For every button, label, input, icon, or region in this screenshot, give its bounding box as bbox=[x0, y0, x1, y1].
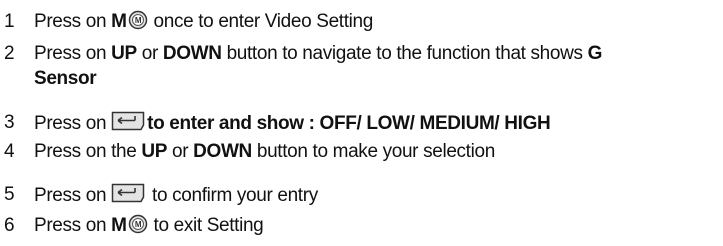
step-text-tail: button to make your selection bbox=[251, 141, 495, 162]
mode-key-label: M bbox=[111, 215, 127, 236]
mode-key-label: M bbox=[111, 11, 127, 32]
up-key-label: UP bbox=[111, 43, 137, 64]
step-number: 3 bbox=[4, 112, 15, 133]
mode-button-icon: M bbox=[128, 10, 147, 30]
enter-button-icon bbox=[111, 111, 145, 131]
step-text: Press on UP or DOWN button to navigate t… bbox=[34, 42, 602, 65]
step-text-lead: Press on bbox=[34, 43, 112, 64]
step-text-tail: to confirm your entry bbox=[147, 185, 318, 206]
step-text: Press on the UP or DOWN button to make y… bbox=[34, 140, 495, 163]
or-text: or bbox=[136, 43, 163, 64]
step-text-lead: Press on bbox=[34, 215, 112, 236]
step-text-tail: button to navigate to the function that … bbox=[221, 43, 588, 64]
step-text-lead: Press on the bbox=[34, 141, 142, 162]
step-number: 5 bbox=[4, 184, 15, 205]
step-text-tail: to exit Setting bbox=[148, 215, 264, 236]
step-number: 1 bbox=[4, 11, 15, 32]
svg-text:M: M bbox=[134, 220, 141, 229]
g-sensor-label-start: G bbox=[587, 43, 603, 64]
step-text-lead: Press on bbox=[34, 185, 112, 206]
step-text: Press on MM once to enter Video Setting bbox=[34, 10, 373, 33]
enter-button-icon bbox=[111, 183, 145, 203]
instruction-list: 1 Press on MM once to enter Video Settin… bbox=[0, 0, 723, 246]
step-text-lead: Press on bbox=[34, 11, 112, 32]
step-text: Press on to confirm your entry bbox=[34, 183, 318, 207]
up-key-label: UP bbox=[141, 141, 168, 162]
step-number: 2 bbox=[4, 43, 15, 64]
g-sensor-label-end: Sensor bbox=[34, 68, 97, 89]
step-text: Press on MM to exit Setting bbox=[34, 214, 264, 237]
step-text-lead: Press on bbox=[34, 113, 112, 134]
svg-text:M: M bbox=[134, 16, 141, 25]
step-text-tail: once to enter Video Setting bbox=[148, 11, 374, 32]
or-text: or bbox=[167, 141, 194, 162]
down-key-label: DOWN bbox=[162, 43, 222, 64]
step-number: 6 bbox=[4, 215, 15, 236]
step-text: Press on to enter and show : OFF/ LOW/ M… bbox=[34, 111, 551, 135]
mode-button-icon: M bbox=[128, 214, 147, 234]
step-text-tail: to enter and show : OFF/ LOW/ MEDIUM/ HI… bbox=[147, 113, 551, 134]
down-key-label: DOWN bbox=[193, 141, 252, 162]
step-number: 4 bbox=[4, 141, 15, 162]
